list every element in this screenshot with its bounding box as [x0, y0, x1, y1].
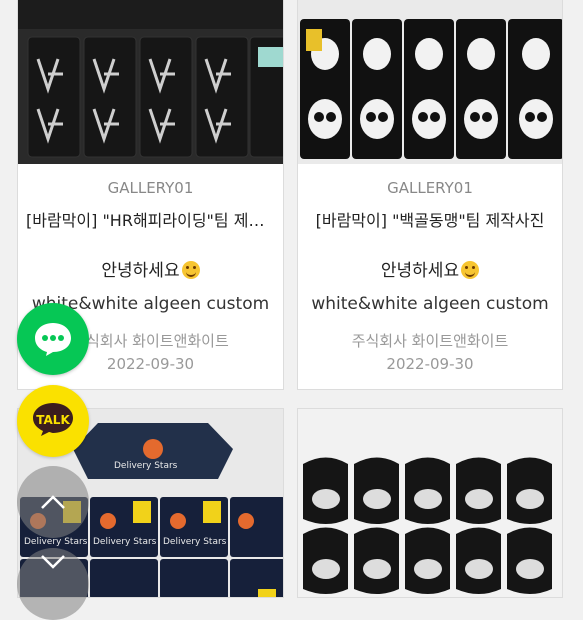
chevron-up-icon [41, 495, 65, 509]
kakao-talk-label: TALK [36, 413, 70, 427]
post-author: 주식회사 화이트앤화이트 [351, 332, 509, 350]
card-photo[interactable] [298, 0, 562, 164]
gallery-card-4[interactable] [297, 408, 563, 598]
face-masks-photo [298, 409, 562, 597]
gallery-category: GALLERY01 [107, 179, 194, 197]
scroll-down-button[interactable] [17, 548, 89, 620]
delivery-stars-label-3: Delivery Stars [93, 537, 157, 547]
post-title[interactable]: [바람막이] "백골동맹"팀 제작사진 [306, 207, 554, 231]
gallery-card-2[interactable]: GALLERY01 [바람막이] "백골동맹"팀 제작사진 안녕하세요 whit… [297, 0, 563, 390]
smiley-emoji-icon [461, 261, 480, 279]
post-greeting: 안녕하세요 [298, 256, 562, 281]
chat-bubble-icon [35, 323, 71, 356]
skull-jackets-photo [298, 0, 562, 164]
chevron-down-icon [41, 555, 65, 569]
delivery-stars-label-2: Delivery Stars [24, 537, 88, 547]
kakao-talk-button[interactable]: TALK [17, 385, 89, 457]
scroll-top-button[interactable] [17, 466, 89, 538]
post-title[interactable]: [바람막이] "HR해피라이딩"팀 제작사진 [26, 207, 275, 231]
post-greeting: 안녕하세요 [18, 256, 283, 281]
delivery-stars-label-1: Delivery Stars [114, 461, 178, 471]
smiley-emoji-icon [181, 261, 200, 279]
line-chat-button[interactable] [17, 303, 89, 375]
post-snippet: white&white algeen custom [311, 294, 549, 314]
post-date: 2022-09-30 [386, 355, 474, 373]
card-photo[interactable] [18, 0, 283, 164]
jackets-hr-photo [18, 0, 283, 164]
card-photo[interactable] [298, 409, 562, 597]
gallery-category: GALLERY01 [387, 179, 473, 197]
delivery-stars-label-4: Delivery Stars [163, 537, 227, 547]
